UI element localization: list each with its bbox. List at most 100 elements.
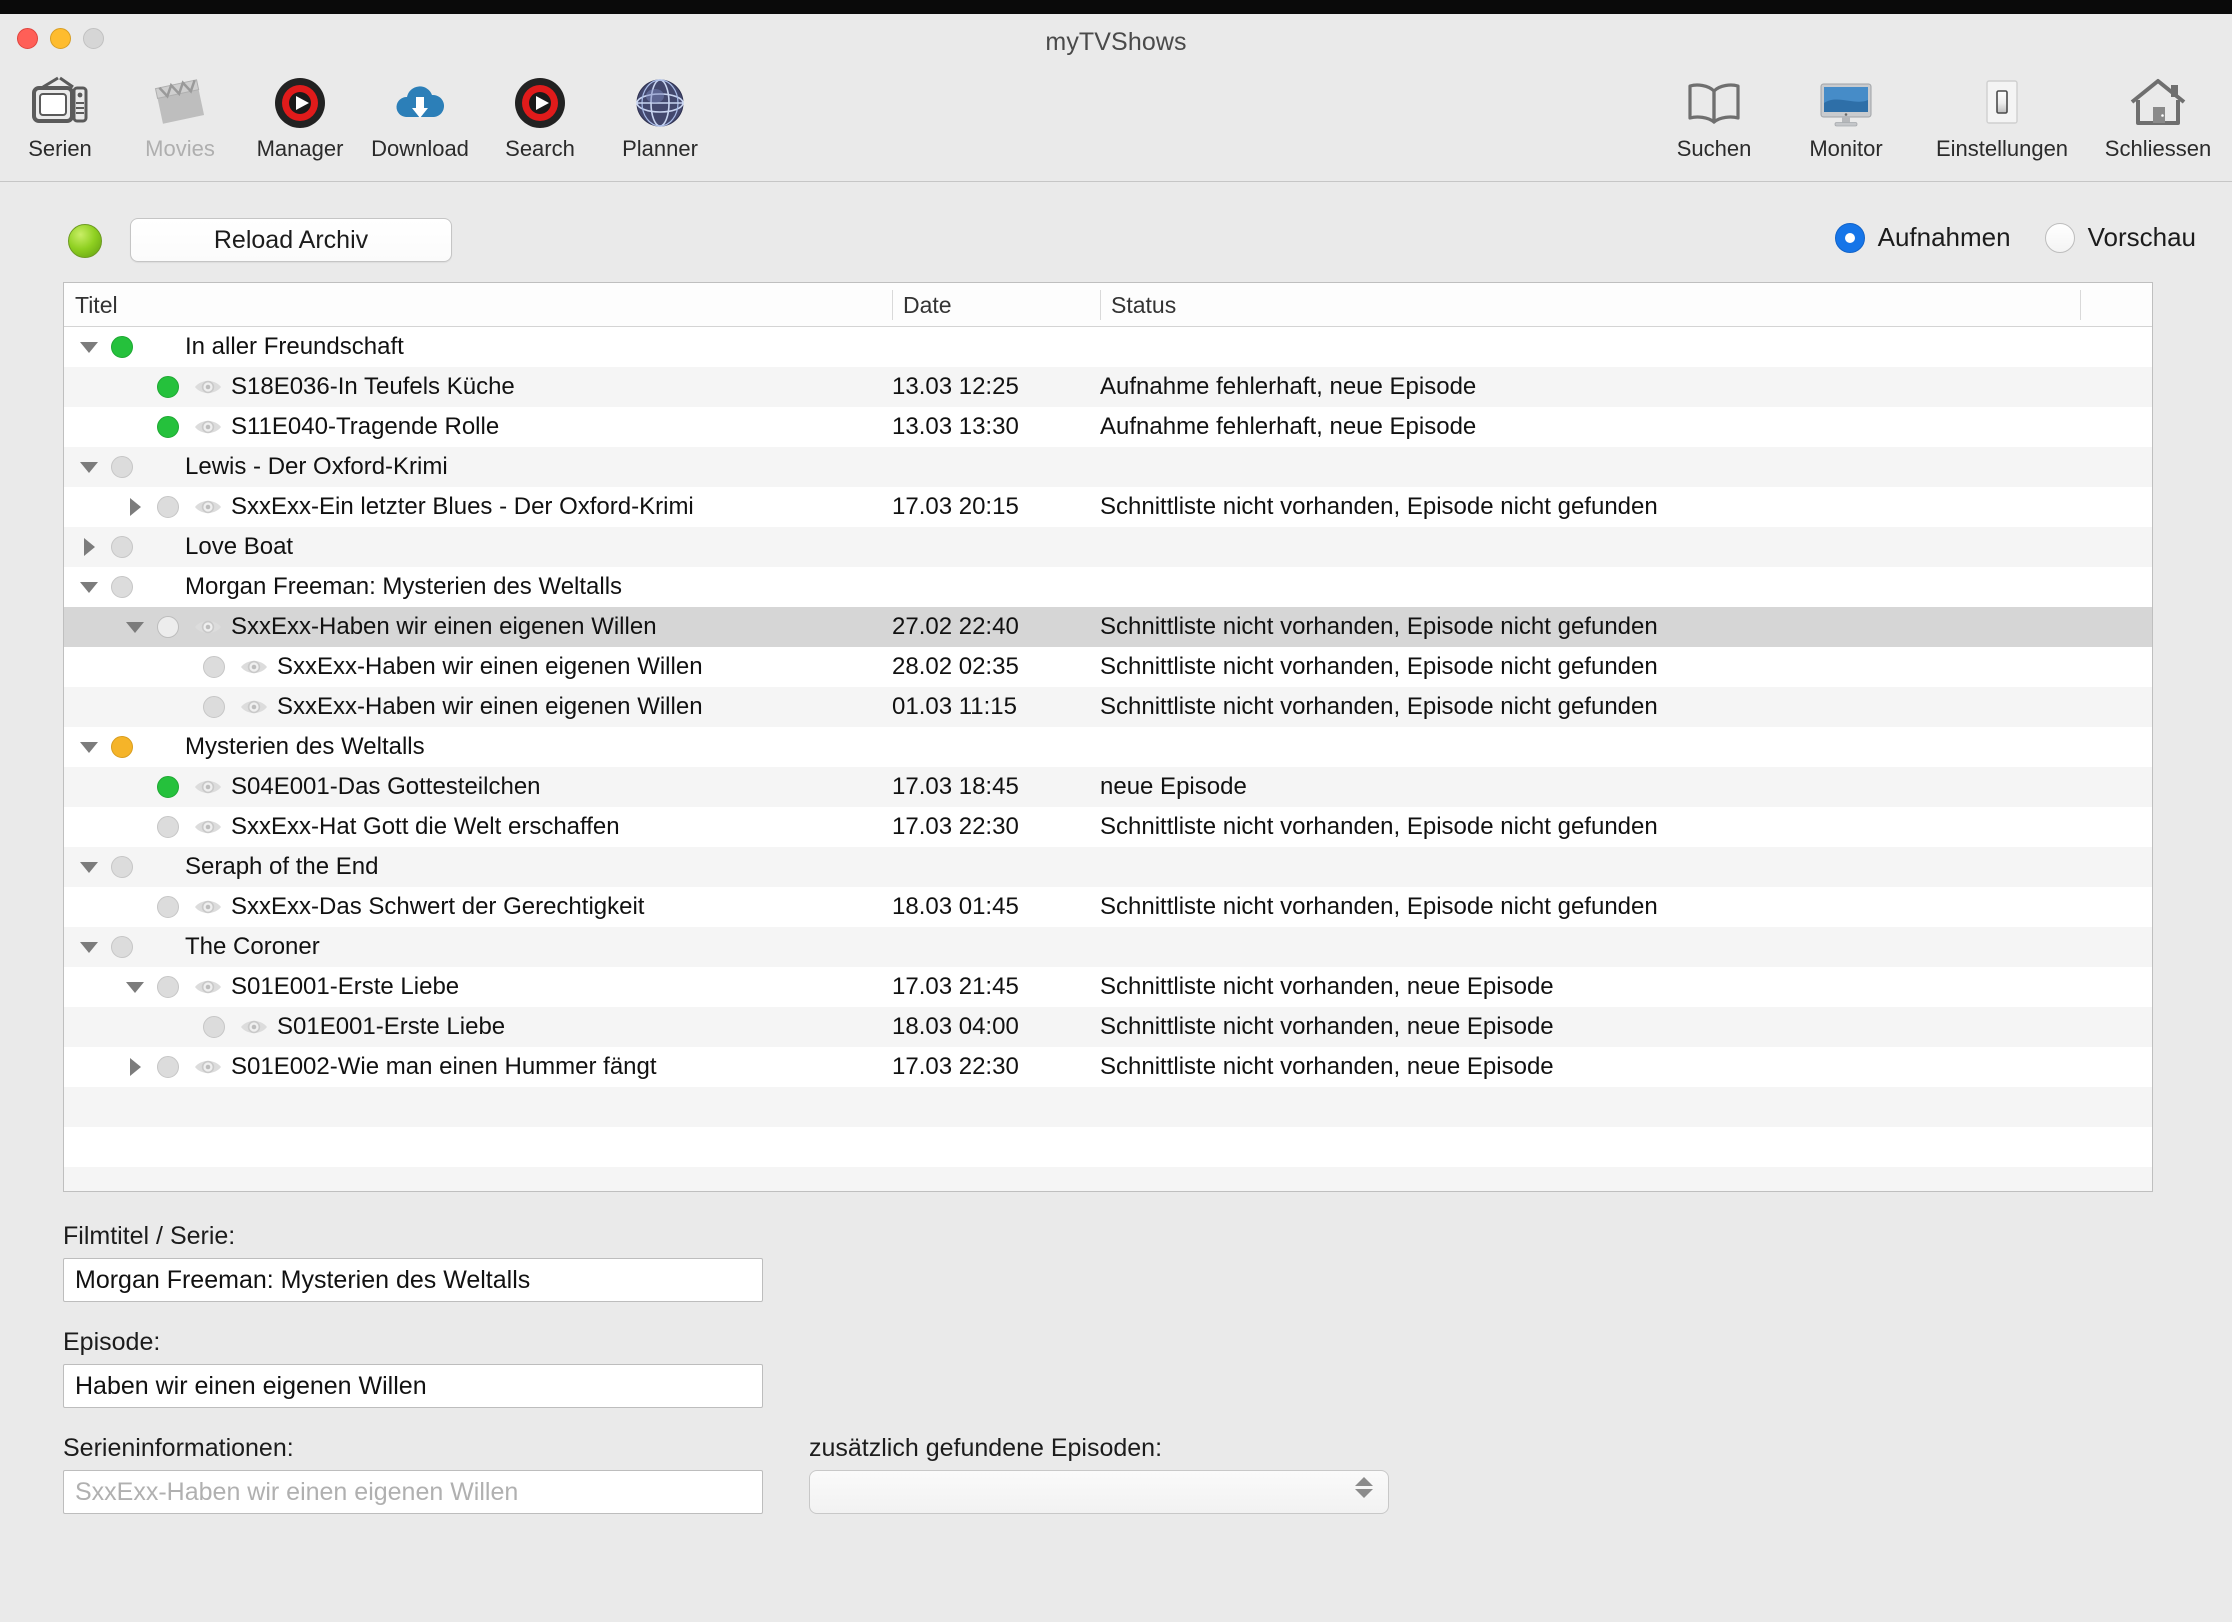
table-row[interactable]: S11E040-Tragende Rolle13.03 13:30Aufnahm… — [64, 407, 2152, 447]
radio-vorschau[interactable]: Vorschau — [2045, 222, 2196, 253]
table-row[interactable]: In aller Freundschaft — [64, 327, 2152, 367]
row-status-dot-grey[interactable] — [157, 976, 179, 998]
disclosure-triangle-expanded[interactable] — [124, 607, 146, 647]
row-status-dot-green[interactable] — [111, 336, 133, 358]
toolbar-item-suchen[interactable]: Suchen — [1648, 64, 1780, 162]
disclosure-triangle-collapsed[interactable] — [124, 1047, 146, 1087]
table-row[interactable]: Morgan Freeman: Mysterien des Weltalls — [64, 567, 2152, 607]
toolbar-item-einstellungen[interactable]: Einstellungen — [1912, 64, 2092, 162]
row-status-dot-grey[interactable] — [111, 936, 133, 958]
toolbar-item-schliessen[interactable]: Schliessen — [2092, 64, 2224, 162]
table-row[interactable]: S01E001-Erste Liebe18.03 04:00Schnittlis… — [64, 1007, 2152, 1047]
toolbar-item-download[interactable]: Download — [360, 64, 480, 162]
row-status-dot-green[interactable] — [157, 376, 179, 398]
toolbar-item-movies[interactable]: Movies — [120, 64, 240, 162]
toolbar-label-search: Search — [505, 136, 575, 162]
disclosure-triangle-collapsed[interactable] — [124, 487, 146, 527]
table-row[interactable]: Seraph of the End — [64, 847, 2152, 887]
eye-icon[interactable] — [191, 815, 225, 839]
table-row[interactable]: S01E002-Wie man einen Hummer fängt17.03 … — [64, 1047, 2152, 1087]
toolbar-item-planner[interactable]: Planner — [600, 64, 720, 162]
radio-aufnahmen[interactable]: Aufnahmen — [1835, 222, 2011, 253]
toolbar-item-monitor[interactable]: Monitor — [1780, 64, 1912, 162]
row-status-dot-grey[interactable] — [157, 896, 179, 918]
table-row[interactable]: SxxExx-Ein letzter Blues - Der Oxford-Kr… — [64, 487, 2152, 527]
row-status-dot-grey[interactable] — [111, 576, 133, 598]
column-header-titel[interactable]: Titel — [64, 283, 118, 327]
reload-archiv-button[interactable]: Reload Archiv — [130, 218, 452, 262]
eye-icon[interactable] — [191, 415, 225, 439]
table-row[interactable]: S01E001-Erste Liebe17.03 21:45Schnittlis… — [64, 967, 2152, 1007]
row-status-dot-grey[interactable] — [111, 536, 133, 558]
toolbar-item-search[interactable]: Search — [480, 64, 600, 162]
film-title-input[interactable] — [63, 1258, 763, 1302]
toolbar-item-serien[interactable]: Serien — [0, 64, 120, 162]
row-title-text: Lewis - Der Oxford-Krimi — [185, 453, 448, 481]
row-status-dot-grey[interactable] — [111, 856, 133, 878]
eye-icon[interactable] — [191, 1055, 225, 1079]
disclosure-spacer — [170, 687, 192, 727]
episode-input[interactable] — [63, 1364, 763, 1408]
row-title-cell: SxxExx-Ein letzter Blues - Der Oxford-Kr… — [64, 487, 694, 527]
row-status-dot-grey[interactable] — [203, 696, 225, 718]
table-row[interactable]: Mysterien des Weltalls — [64, 727, 2152, 767]
row-status-dot-grey[interactable] — [157, 496, 179, 518]
table-row[interactable]: Love Boat — [64, 527, 2152, 567]
disclosure-triangle-expanded[interactable] — [78, 847, 100, 887]
row-status-dot-grey[interactable] — [203, 1016, 225, 1038]
table-row[interactable]: The Coroner — [64, 927, 2152, 967]
disclosure-spacer — [170, 1007, 192, 1047]
eye-icon[interactable] — [191, 375, 225, 399]
disclosure-triangle-expanded[interactable] — [78, 567, 100, 607]
disclosure-triangle-expanded[interactable] — [78, 447, 100, 487]
table-row[interactable]: SxxExx-Haben wir einen eigenen Willen28.… — [64, 647, 2152, 687]
table-row[interactable]: SxxExx-Haben wir einen eigenen Willen01.… — [64, 687, 2152, 727]
row-status-dot-green[interactable] — [157, 416, 179, 438]
row-status-dot-grey[interactable] — [203, 656, 225, 678]
eye-icon[interactable] — [237, 655, 271, 679]
table-row[interactable]: SxxExx-Haben wir einen eigenen Willen27.… — [64, 607, 2152, 647]
eye-icon[interactable] — [191, 775, 225, 799]
row-status-dot-green[interactable] — [157, 776, 179, 798]
record-play-icon — [271, 72, 329, 134]
table-empty-stripe — [64, 1127, 2152, 1167]
disclosure-triangle-expanded[interactable] — [124, 967, 146, 1007]
column-header-status[interactable]: Status — [1100, 283, 1176, 327]
disclosure-triangle-expanded[interactable] — [78, 927, 100, 967]
disclosure-spacer — [124, 887, 146, 927]
toolbar-label-download: Download — [371, 136, 469, 162]
row-status-dot-orange[interactable] — [111, 736, 133, 758]
disclosure-triangle-expanded[interactable] — [78, 327, 100, 367]
toolbar-right-group: Suchen Monitor — [1648, 64, 2224, 162]
toolbar-item-manager[interactable]: Manager — [240, 64, 360, 162]
eye-icon[interactable] — [237, 695, 271, 719]
row-title-text: S01E002-Wie man einen Hummer fängt — [231, 1053, 657, 1081]
detail-form: Filmtitel / Serie: Episode: Serieninform… — [63, 1222, 2192, 1514]
table-row[interactable]: SxxExx-Hat Gott die Welt erschaffen17.03… — [64, 807, 2152, 847]
extra-episodes-stepper-input[interactable] — [809, 1470, 1389, 1514]
eye-icon[interactable] — [191, 495, 225, 519]
radio-aufnahmen-indicator[interactable] — [1835, 223, 1865, 253]
series-info-input[interactable] — [63, 1470, 763, 1514]
row-status-dot-grey[interactable] — [111, 456, 133, 478]
table-row[interactable]: Lewis - Der Oxford-Krimi — [64, 447, 2152, 487]
table-row[interactable]: S04E001-Das Gottesteilchen17.03 18:45neu… — [64, 767, 2152, 807]
radio-vorschau-indicator[interactable] — [2045, 223, 2075, 253]
column-header-date[interactable]: Date — [892, 283, 952, 327]
eye-icon[interactable] — [191, 895, 225, 919]
eye-icon[interactable] — [191, 615, 225, 639]
table-row[interactable]: S18E036-In Teufels Küche13.03 12:25Aufna… — [64, 367, 2152, 407]
row-title-cell: S01E001-Erste Liebe — [64, 967, 459, 1007]
table-row[interactable]: SxxExx-Das Schwert der Gerechtigkeit18.0… — [64, 887, 2152, 927]
light-switch-icon — [1971, 72, 2033, 134]
row-status-dot-grey[interactable] — [157, 1056, 179, 1078]
disclosure-triangle-expanded[interactable] — [78, 727, 100, 767]
row-status-dot-hollow[interactable] — [157, 616, 179, 638]
disclosure-triangle-collapsed[interactable] — [78, 527, 100, 567]
eye-icon[interactable] — [191, 975, 225, 999]
row-status-dot-grey[interactable] — [157, 816, 179, 838]
application-window: myTVShows S — [0, 14, 2232, 1622]
eye-icon[interactable] — [237, 1015, 271, 1039]
extra-episodes-block: zusätzlich gefundene Episoden: — [809, 1434, 1389, 1514]
column-divider-3[interactable] — [2080, 290, 2081, 320]
